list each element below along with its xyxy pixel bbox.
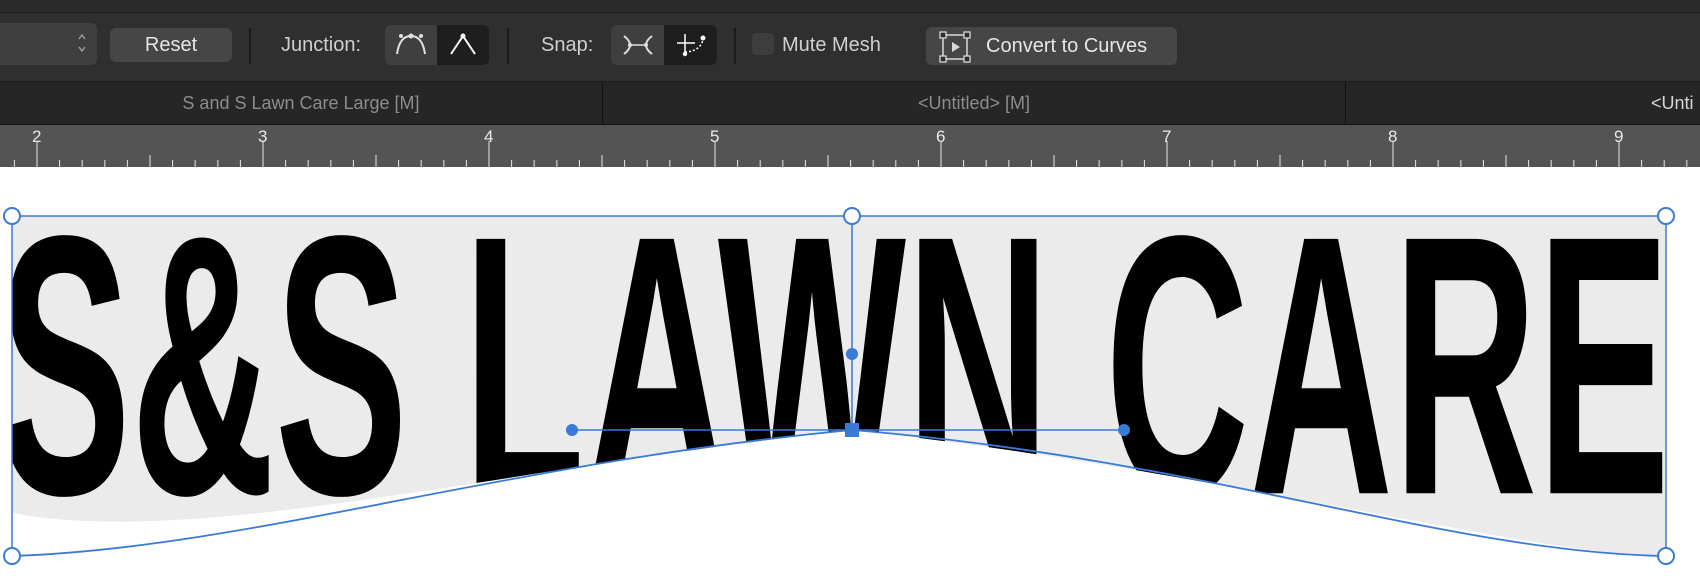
sharp-junction-button[interactable] [437,25,489,65]
ruler-number: 2 [32,127,42,146]
document-tab[interactable]: <Untitled> [M] [603,82,1346,124]
window-top-strip [0,0,1700,13]
toolbar-divider [734,28,736,64]
ruler-number: 5 [710,127,720,146]
snap-label: Snap: [541,34,594,56]
sharp-junction-icon [450,33,476,55]
snap-segmented-control [611,25,717,65]
corner-handle[interactable] [3,207,21,225]
reset-button[interactable]: Reset [110,28,232,62]
value-field[interactable] [0,23,97,65]
mute-mesh-checkbox[interactable] [752,33,774,55]
canvas[interactable]: S&S LAWN CARE [0,168,1700,586]
ruler-number: 7 [1162,127,1172,146]
corner-handle[interactable] [843,207,861,225]
junction-label: Junction: [281,34,362,56]
horizontal-ruler[interactable]: 2 3 4 5 6 7 8 9 [0,125,1700,167]
document-tab[interactable]: S and S Lawn Care Large [M] [0,82,603,124]
ruler-number: 3 [258,127,268,146]
corner-handle[interactable] [1657,207,1675,225]
snap-node-button[interactable] [664,25,717,65]
toolbar-divider [249,28,251,64]
junction-segmented-control [385,25,489,65]
document-tab-label: <Unti [1651,93,1694,113]
bezier-handle-left[interactable] [566,424,578,436]
corner-handle[interactable] [3,547,21,565]
mute-mesh-label: Mute Mesh [782,34,881,56]
ruler-number: 4 [484,127,494,146]
context-toolbar: Reset Junction: Snap: Mute Mesh Convert … [0,13,1700,82]
artwork-text[interactable]: S&S LAWN CARE [0,168,1670,572]
convert-to-curves-icon [939,31,971,63]
snap-to-curve-icon [622,35,653,55]
convert-to-curves-label: Convert to Curves [986,35,1148,57]
toolbar-divider [507,28,509,64]
selected-node[interactable] [845,423,859,437]
ruler-ticks [13,141,1688,167]
snap-curve-button[interactable] [611,25,664,65]
document-tab-bar: S and S Lawn Care Large [M] <Untitled> [… [0,82,1700,125]
corner-handle[interactable] [1657,547,1675,565]
convert-to-curves-button[interactable]: Convert to Curves [926,27,1177,65]
artwork-svg: S&S LAWN CARE [0,168,1675,572]
ruler-number: 6 [936,127,946,146]
bezier-handle-right[interactable] [1118,424,1130,436]
ruler-number: 8 [1388,127,1398,146]
document-tab-active[interactable]: <Unti [1346,82,1700,124]
mesh-midpoint-handle[interactable] [846,348,858,360]
smooth-junction-icon [396,33,426,55]
smooth-junction-button[interactable] [385,25,437,65]
ruler-number: 9 [1614,127,1624,146]
chevron-up-down-icon[interactable] [77,31,87,57]
snap-to-node-icon [676,34,705,57]
